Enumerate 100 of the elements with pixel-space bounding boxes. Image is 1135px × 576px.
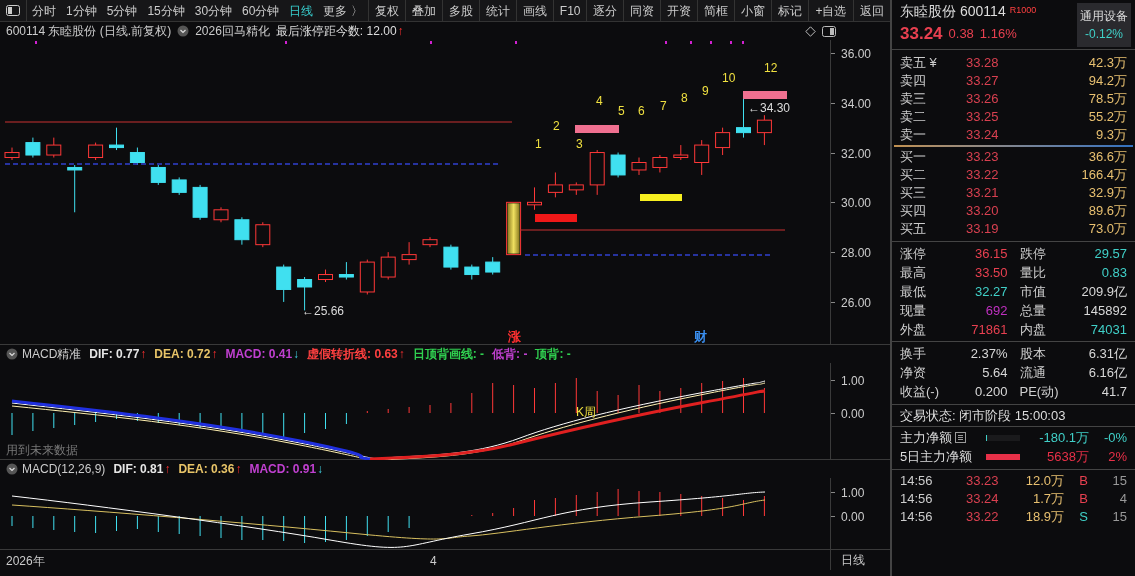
candle [338, 261, 354, 280]
indicator-readout: MACD: 0.91 [249, 461, 317, 478]
panel-toggle-icon[interactable] [6, 5, 20, 16]
tick-volume: 1.7万 [1031, 490, 1064, 509]
footnote: 用到未来数据 [6, 442, 78, 459]
axis-tick [831, 380, 835, 381]
period-tab[interactable]: 日线 [284, 0, 319, 21]
ask-price: 33.24 [966, 126, 1000, 145]
axis-label: 0.00 [841, 406, 865, 423]
candle [234, 216, 250, 246]
axis-label: 32.00 [841, 145, 872, 163]
time-axis-label: 4 [430, 553, 437, 570]
tick-count: 4 [1118, 490, 1127, 509]
bid-label: 买四 [900, 202, 927, 221]
diamond-icon[interactable] [805, 25, 816, 37]
signal-bar [743, 91, 787, 99]
stat-label: 最高 [900, 263, 926, 282]
axis-label: 26.00 [841, 294, 872, 312]
candle [485, 256, 501, 276]
candle [88, 142, 104, 161]
period-tab[interactable]: 分时 [27, 0, 61, 21]
toolbar-button[interactable]: 复权 [368, 0, 406, 21]
tick-side: B [1078, 490, 1088, 509]
stat-value: 71861 [971, 320, 1008, 339]
panel-toggle-icon[interactable] [822, 25, 836, 37]
toolbar-button[interactable]: 简框 [698, 0, 736, 21]
axis-tick [831, 301, 835, 303]
ask-price: 33.26 [966, 90, 1000, 109]
period-tab[interactable]: 5分钟 [101, 0, 143, 21]
wave-count-label: 6 [638, 103, 645, 120]
trend-arrow: ↑ [397, 23, 404, 40]
candle [422, 236, 438, 248]
toolbar-button[interactable]: 叠加 [405, 0, 443, 21]
stock-name: 东睦股份 [900, 1, 956, 21]
toolbar-button[interactable]: 小窗 [735, 0, 773, 21]
chevron-down-icon[interactable] [177, 25, 190, 37]
back-button[interactable]: 返回 [853, 0, 890, 21]
toolbar-button[interactable]: 逐分 [587, 0, 625, 21]
trend-arrow: ↑ [211, 346, 218, 363]
toolbar-button[interactable]: +自选 [809, 0, 854, 21]
period-tab[interactable]: 30分钟 [189, 0, 238, 21]
period-tab[interactable]: 1分钟 [61, 0, 102, 21]
toolbar-button[interactable]: 统计 [479, 0, 517, 21]
signal-bar [535, 214, 577, 222]
more-button[interactable]: 更多 〉 [318, 0, 369, 21]
stat-value: 0.200 [974, 382, 1008, 401]
candle [610, 152, 626, 178]
event-tag[interactable]: 财 [692, 330, 709, 344]
toolbar-button[interactable]: 开资 [661, 0, 699, 21]
stat-value: 2.37% [970, 344, 1008, 363]
toolbar-button[interactable]: 画线 [516, 0, 554, 21]
stat-value: 36.15 [974, 244, 1008, 263]
candle [380, 251, 396, 280]
ask-volume: 9.3万 [1094, 126, 1127, 145]
tick-side: S [1078, 508, 1088, 527]
ask-label: 卖一 [900, 126, 927, 145]
chevron-down-icon[interactable] [6, 463, 18, 475]
candle [109, 127, 124, 151]
candle [589, 149, 605, 196]
toolbar-button[interactable]: 同资 [624, 0, 662, 21]
ask-volume: 78.5万 [1087, 90, 1127, 109]
period-tab[interactable]: 60分钟 [237, 0, 285, 21]
toolbar-button[interactable]: 多股 [442, 0, 480, 21]
period-tab[interactable]: 15分钟 [142, 0, 190, 21]
chevron-down-icon[interactable] [6, 348, 18, 360]
candle [213, 206, 229, 223]
stat-value: 6.16亿 [1088, 363, 1127, 382]
bid-label: 买三 [900, 184, 927, 203]
sector-name: 通用设备 [1080, 8, 1128, 25]
axis-tick [831, 102, 835, 104]
candle [46, 137, 62, 158]
ask-price: 33.25 [966, 108, 1000, 127]
candle [150, 164, 166, 186]
indicator-name: MACD(12,26,9) [22, 461, 106, 478]
toolbar-button[interactable]: 标记 [772, 0, 810, 21]
toolbar-button[interactable]: F10 [553, 0, 588, 21]
flow-value: -180.1万 [1038, 428, 1089, 447]
candle [673, 144, 689, 161]
trend-arrow: ↓ [317, 461, 324, 478]
high-price-marker: ←34.30 [748, 101, 791, 115]
candle [464, 264, 480, 280]
candle [171, 176, 187, 196]
axis-label: 28.00 [841, 245, 872, 263]
stat-value: 692 [985, 301, 1008, 320]
tick-price: 33.22 [966, 508, 1000, 527]
ask-label: 卖二 [900, 108, 927, 127]
stat-label: 现量 [900, 301, 926, 320]
candle [694, 139, 710, 176]
ask-volume: 94.2万 [1087, 72, 1127, 91]
list-icon[interactable] [955, 432, 966, 443]
stat-label: 涨停 [900, 244, 926, 263]
time-axis-label: 2026年 [6, 553, 45, 570]
candle [756, 114, 772, 146]
event-tag[interactable]: 涨 [506, 330, 523, 344]
candle [255, 221, 271, 248]
stat-value: 5.64 [982, 363, 1008, 382]
wave-count-label: 5 [618, 103, 625, 120]
sector-button[interactable]: 通用设备 -0.12% [1077, 3, 1131, 47]
stat-value: 33.50 [974, 263, 1008, 282]
indicator-readout: 低背: - [492, 346, 528, 363]
